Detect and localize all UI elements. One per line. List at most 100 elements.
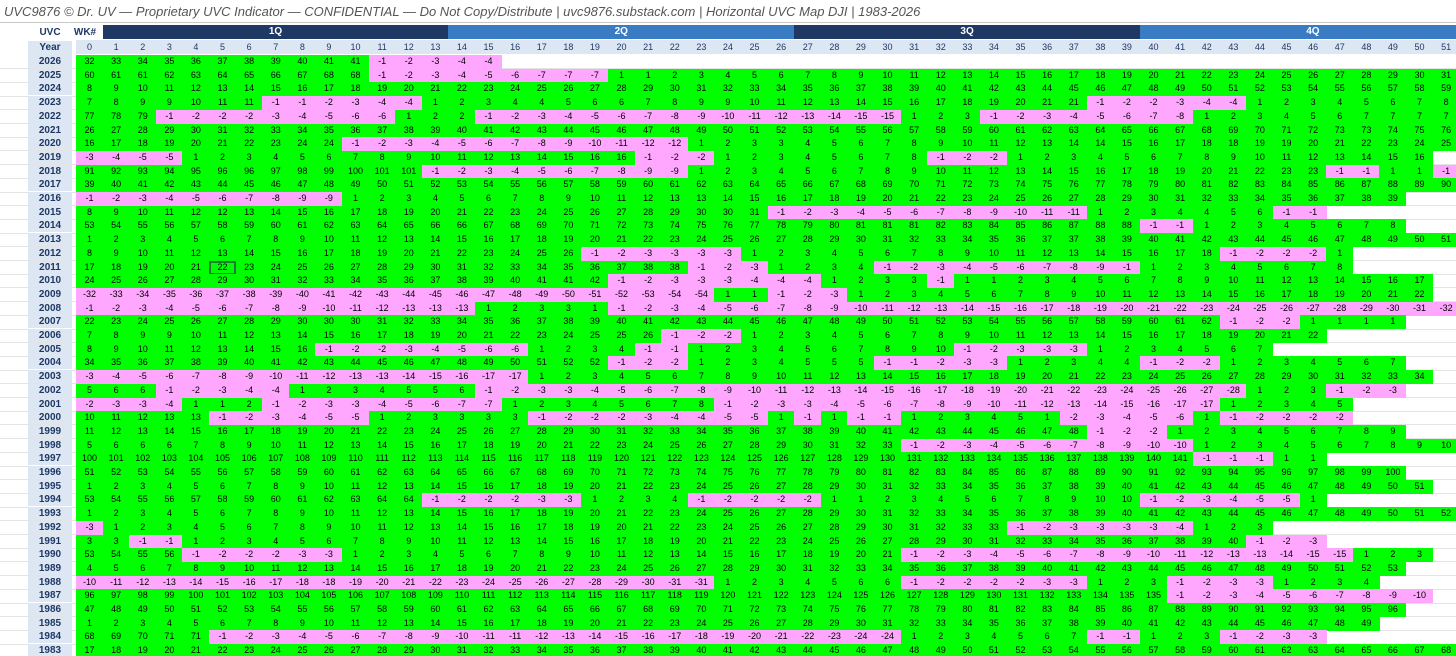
- uvc-cell[interactable]: 8: [262, 616, 290, 631]
- uvc-cell[interactable]: 47: [1113, 82, 1141, 97]
- uvc-cell[interactable]: 3: [794, 246, 822, 261]
- uvc-cell[interactable]: 130: [980, 589, 1008, 604]
- uvc-cell[interactable]: 38: [634, 644, 662, 656]
- uvc-cell[interactable]: 20: [315, 424, 343, 440]
- uvc-cell[interactable]: 16: [475, 233, 503, 248]
- uvc-cell[interactable]: 48: [900, 644, 928, 656]
- uvc-cell[interactable]: 63: [182, 68, 210, 83]
- uvc-cell[interactable]: 8: [76, 82, 104, 97]
- uvc-cell[interactable]: 32: [847, 438, 875, 453]
- uvc-cell[interactable]: -10: [714, 109, 742, 124]
- uvc-cell[interactable]: 46: [1273, 507, 1301, 522]
- uvc-cell[interactable]: 53: [76, 548, 104, 563]
- uvc-cell[interactable]: 65: [235, 68, 263, 83]
- uvc-cell[interactable]: 18: [953, 96, 981, 111]
- uvc-cell[interactable]: 141: [1166, 452, 1194, 467]
- uvc-cell[interactable]: 25: [155, 315, 183, 330]
- uvc-cell[interactable]: 30: [342, 315, 370, 330]
- uvc-cell[interactable]: 64: [1326, 644, 1354, 656]
- uvc-cell[interactable]: 7: [1352, 219, 1380, 234]
- uvc-cell[interactable]: 81: [1193, 178, 1221, 193]
- uvc-cell[interactable]: -13: [1060, 397, 1088, 412]
- uvc-cell[interactable]: 76: [1060, 178, 1088, 193]
- uvc-cell[interactable]: 5: [794, 342, 822, 357]
- uvc-cell[interactable]: -50: [554, 287, 582, 303]
- year-label[interactable]: 2011: [28, 260, 72, 274]
- uvc-cell[interactable]: 23: [395, 424, 423, 440]
- uvc-cell[interactable]: 9: [288, 233, 316, 248]
- uvc-cell[interactable]: 127: [794, 452, 822, 467]
- uvc-cell[interactable]: 14: [342, 561, 370, 577]
- uvc-cell[interactable]: 111: [475, 589, 503, 604]
- uvc-cell[interactable]: 7: [1432, 109, 1456, 124]
- uvc-cell[interactable]: 4: [1273, 438, 1301, 453]
- uvc-cell[interactable]: 52: [767, 123, 795, 138]
- uvc-cell[interactable]: 48: [1326, 479, 1354, 494]
- uvc-cell[interactable]: 44: [1219, 616, 1247, 631]
- uvc-cell[interactable]: 56: [155, 493, 183, 508]
- uvc-cell[interactable]: 40: [501, 274, 529, 289]
- uvc-cell[interactable]: -1: [182, 548, 210, 563]
- uvc-cell[interactable]: 40: [448, 123, 476, 138]
- uvc-cell[interactable]: 45: [741, 315, 769, 330]
- uvc-cell[interactable]: 64: [395, 493, 423, 508]
- uvc-cell[interactable]: 21: [1166, 68, 1194, 83]
- uvc-cell[interactable]: 23: [262, 137, 290, 152]
- uvc-cell[interactable]: 64: [368, 219, 396, 234]
- uvc-cell[interactable]: 34: [874, 561, 902, 577]
- uvc-cell[interactable]: -5: [342, 411, 370, 426]
- uvc-cell[interactable]: -41: [315, 287, 343, 303]
- uvc-cell[interactable]: 7: [1299, 260, 1327, 275]
- uvc-cell[interactable]: 66: [262, 68, 290, 83]
- uvc-cell[interactable]: -1: [209, 411, 237, 426]
- uvc-cell[interactable]: -1: [1246, 534, 1274, 549]
- uvc-cell[interactable]: 16: [767, 192, 795, 207]
- uvc-cell[interactable]: -23: [448, 575, 476, 590]
- uvc-cell[interactable]: -3: [1219, 589, 1247, 604]
- uvc-cell[interactable]: 4: [927, 287, 955, 303]
- uvc-cell[interactable]: 7: [76, 96, 104, 111]
- uvc-cell[interactable]: 42: [980, 82, 1008, 97]
- uvc-cell[interactable]: 1: [634, 68, 662, 83]
- uvc-cell[interactable]: -6: [501, 342, 529, 357]
- uvc-cell[interactable]: 10: [182, 96, 210, 111]
- uvc-cell[interactable]: -6: [421, 397, 449, 412]
- uvc-cell[interactable]: 10: [315, 616, 343, 631]
- uvc-cell[interactable]: -1: [155, 534, 183, 549]
- uvc-cell[interactable]: 70: [129, 630, 157, 645]
- uvc-cell[interactable]: 130: [874, 452, 902, 467]
- uvc-cell[interactable]: -7: [767, 301, 795, 316]
- uvc-cell[interactable]: 4: [1086, 150, 1114, 166]
- uvc-cell[interactable]: -7: [581, 164, 609, 179]
- uvc-cell[interactable]: 21: [554, 438, 582, 453]
- uvc-cell[interactable]: 9: [687, 96, 715, 111]
- uvc-cell[interactable]: 8: [874, 164, 902, 179]
- uvc-cell[interactable]: 3: [900, 287, 928, 303]
- uvc-cell[interactable]: 13: [1033, 137, 1061, 152]
- uvc-cell[interactable]: -2: [634, 301, 662, 316]
- uvc-cell[interactable]: 16: [76, 137, 104, 152]
- uvc-cell[interactable]: -1: [421, 164, 449, 179]
- uvc-cell[interactable]: -4: [1219, 493, 1247, 508]
- uvc-cell[interactable]: 8: [528, 548, 556, 563]
- uvc-cell[interactable]: 74: [794, 603, 822, 618]
- uvc-cell[interactable]: 1: [342, 548, 370, 563]
- uvc-cell[interactable]: 3: [475, 411, 503, 426]
- uvc-cell[interactable]: 17: [1166, 329, 1194, 344]
- uvc-cell[interactable]: 41: [1140, 507, 1168, 522]
- uvc-cell[interactable]: 89: [1406, 178, 1434, 193]
- uvc-cell[interactable]: 6: [129, 438, 157, 453]
- uvc-cell[interactable]: 77: [76, 109, 104, 124]
- uvc-cell[interactable]: -7: [235, 192, 263, 207]
- uvc-cell[interactable]: 20: [581, 507, 609, 522]
- uvc-cell[interactable]: -5: [874, 205, 902, 220]
- uvc-cell[interactable]: 43: [182, 178, 210, 193]
- uvc-cell[interactable]: 19: [395, 205, 423, 220]
- uvc-cell[interactable]: 9: [315, 520, 343, 535]
- uvc-cell[interactable]: 2: [1246, 397, 1274, 412]
- uvc-cell[interactable]: 16: [395, 561, 423, 577]
- uvc-cell[interactable]: 1: [1352, 548, 1380, 563]
- uvc-cell[interactable]: 35: [794, 82, 822, 97]
- uvc-cell[interactable]: 7: [1379, 356, 1407, 371]
- year-label[interactable]: 2000: [28, 411, 72, 425]
